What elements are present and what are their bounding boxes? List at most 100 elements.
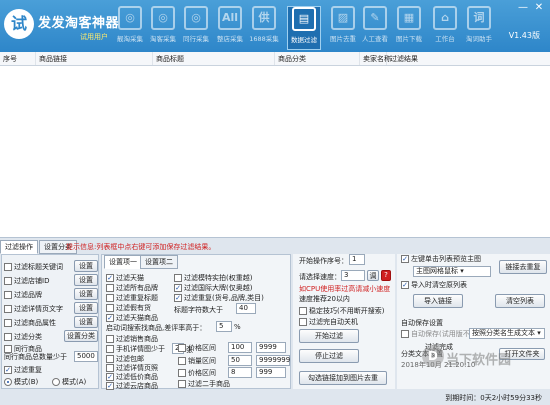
filter-category-checkbox[interactable]: 过滤分类 xyxy=(4,332,42,342)
price-range-checkbox[interactable]: 价格区间 xyxy=(178,343,216,353)
help-icon[interactable]: ? xyxy=(381,270,391,281)
set-shop-id-button[interactable]: 设置 xyxy=(74,274,98,286)
sold-min-input[interactable]: 8 xyxy=(228,367,252,378)
filter-second-hand-checkbox[interactable]: 过滤二手商品 xyxy=(178,379,230,389)
mode-b-radio[interactable]: 模式(B) xyxy=(4,377,38,387)
manual-view-icon: ✎ xyxy=(363,6,387,30)
nav-manual-view[interactable]: ✎ 人工查看 xyxy=(358,6,392,50)
filter-title-keyword-checkbox[interactable]: 过滤标题关键词 xyxy=(4,262,63,272)
preview-main-image-checkbox[interactable]: ✓ 左键单击列表预览主图 xyxy=(401,254,481,264)
nav-label: 工作台 xyxy=(435,35,455,43)
speed-input[interactable]: 3 xyxy=(341,270,365,281)
speed-label: 请选择速度： xyxy=(299,273,341,281)
filter-dup-title-checkbox[interactable]: 过滤重复标题 xyxy=(106,293,158,303)
filter-goods-attr-checkbox[interactable]: 过滤商品属性 xyxy=(4,318,56,328)
filter-tmall-checkbox[interactable]: ✓ 过滤天猫 xyxy=(106,273,144,283)
clear-on-import-checkbox[interactable]: ✓ 导入时清空原列表 xyxy=(401,280,467,290)
column-header-index[interactable]: 序号 xyxy=(0,52,36,65)
sales-min-input[interactable]: 50 xyxy=(228,355,252,366)
bad-rate-input[interactable]: 5 xyxy=(216,321,232,332)
filter-intl-brand-checkbox[interactable]: ✓ 过滤国际大牌(仅奥越) xyxy=(174,283,252,293)
price-max-input[interactable]: 9999 xyxy=(256,342,286,353)
title-length-input[interactable]: 40 xyxy=(236,303,256,314)
nav-peer-collect[interactable]: ◎ 同行采集 xyxy=(179,6,213,50)
link-dedup-button[interactable]: 链接去重复 xyxy=(499,260,547,274)
nav-workbench[interactable]: ⌂ 工作台 xyxy=(428,6,462,50)
start-index-input[interactable]: 1 xyxy=(349,254,365,265)
add-to-dedup-button[interactable]: 勾选链接加到图片去重 xyxy=(299,371,387,385)
title-length-label: 标题字符数大于 xyxy=(174,306,223,314)
column-header-seller[interactable]: 卖家名称 xyxy=(360,52,391,65)
title-bar: 试 发发淘客神器 试用用户 ◎ 靓淘采集 ◎ 淘客采集 ◎ 同行采集 All 整店采集 供 168… xyxy=(0,0,550,52)
mode-a-radio[interactable]: 模式(A) xyxy=(52,377,86,387)
column-header-category[interactable]: 商品分类 xyxy=(275,52,360,65)
set-brand-button[interactable]: 设置 xyxy=(74,288,98,300)
tab-settings-two[interactable]: 设置项二 xyxy=(140,255,178,269)
tab-filter-ops[interactable]: 过滤操作 xyxy=(0,240,38,254)
nav-label: 数据过滤 xyxy=(291,36,317,44)
filter-all-brands-checkbox[interactable]: 过滤所有品牌 xyxy=(106,283,158,293)
image-dedup-icon: ▨ xyxy=(331,6,355,30)
filter-shop-id-checkbox[interactable]: 过滤店铺ID xyxy=(4,276,49,286)
import-links-button[interactable]: 导入链接 xyxy=(413,294,463,308)
column-header-result[interactable]: 过滤结果 xyxy=(387,52,550,65)
stable-mode-checkbox[interactable]: 稳定技巧(不用断开搜索) xyxy=(299,306,384,316)
nav-shop-collect[interactable]: All 整店采集 xyxy=(213,6,247,50)
save-format-select[interactable]: 按照分类名生成文本 ▾ xyxy=(469,328,545,339)
nav-1688-collect[interactable]: 供 1688采集 xyxy=(247,6,281,50)
stop-filter-button[interactable]: 停止过滤 xyxy=(299,349,359,363)
column-header-link[interactable]: 商品链接 xyxy=(36,52,153,65)
table-header: 序号 商品链接 商品标题 商品分类 卖家名称 过滤结果 xyxy=(0,52,550,66)
import-export-panel: ✓ 左键单击列表预览主图 主图网格鼠标 ▾ 链接去重复 ✓ 导入时清空原列表 导入链… xyxy=(397,254,550,389)
dedup-checkbox[interactable]: ✓ 过滤重复 xyxy=(4,365,42,375)
clear-list-button[interactable]: 清空列表 xyxy=(495,294,545,308)
preview-mode-select[interactable]: 主图网格鼠标 ▾ xyxy=(413,266,491,277)
same-goods-count-input[interactable]: 5000 xyxy=(74,351,98,362)
start-filter-button[interactable]: 开始过滤 xyxy=(299,329,359,343)
minimize-icon[interactable]: — xyxy=(516,2,530,14)
filter-brand-checkbox[interactable]: 过滤品牌 xyxy=(4,290,42,300)
filter-detail-text-checkbox[interactable]: 过滤详情页文字 xyxy=(4,304,63,314)
nav-word-helper[interactable]: 词淘词助手 xyxy=(462,6,496,50)
nav-label: 同行采集 xyxy=(183,35,209,43)
nav-ruit-collect[interactable]: ◎ 靓淘采集 xyxy=(113,6,147,50)
data-filter-icon: ▤ xyxy=(292,7,316,31)
column-header-title[interactable]: 商品标题 xyxy=(153,52,275,65)
set-detail-text-button[interactable]: 设置 xyxy=(74,302,98,314)
sold-range-checkbox[interactable]: 价格区间 xyxy=(178,368,216,378)
auto-shutdown-checkbox[interactable]: 过滤完自动关机 xyxy=(299,317,358,327)
price-min-input[interactable]: 100 xyxy=(228,342,252,353)
sales-range-checkbox[interactable]: 销量区间 xyxy=(178,356,216,366)
workbench-icon: ⌂ xyxy=(433,6,457,30)
close-icon[interactable]: ✕ xyxy=(532,2,546,14)
ruit-collect-icon: ◎ xyxy=(118,6,142,30)
results-table[interactable]: 序号 商品链接 商品标题 商品分类 卖家名称 过滤结果 xyxy=(0,52,550,238)
nav-data-filter[interactable]: ▤ 数据过滤 xyxy=(287,6,321,50)
set-goods-attr-button[interactable]: 设置 xyxy=(74,316,98,328)
set-category-button[interactable]: 设置分类 xyxy=(64,330,98,342)
filter-tmall-goods-checkbox[interactable]: ✓ 过滤天猫商品 xyxy=(106,313,158,323)
app-logo: 试 xyxy=(4,9,34,39)
start-index-label: 开始操作序号： xyxy=(299,257,348,265)
filter-cloud-store-checkbox[interactable]: ✓ 过滤云店商品 xyxy=(106,381,158,391)
speed-adjust-button[interactable]: 调 xyxy=(367,270,379,281)
sold-max-input[interactable]: 999 xyxy=(256,367,286,378)
taoke-collect-icon: ◎ xyxy=(151,6,175,30)
nav-label: 淘客采集 xyxy=(150,35,176,43)
filter-sales-goods-checkbox[interactable]: 过滤销售商品 xyxy=(106,334,158,344)
left-filter-panel: 过滤标题关键词 设置 过滤店铺ID 设置 过滤品牌 设置 过滤详情页文字 设置 过滤商品属性 设置… xyxy=(1,254,99,389)
image-download-icon: ▦ xyxy=(397,6,421,30)
filter-dup-sku-checkbox[interactable]: ✓ 过滤重复(货号,品牌,类目) xyxy=(174,293,264,303)
detail-images-checkbox[interactable]: 手机详情图少于 xyxy=(106,344,165,354)
nav-label: 淘词助手 xyxy=(466,35,492,43)
filter-model-photo-checkbox[interactable]: 过滤模特实拍(权重越) xyxy=(174,273,252,283)
sales-max-input[interactable]: 9999999 xyxy=(256,355,290,366)
status-bar: 到期时间：0天2小时59分33秒 xyxy=(0,391,550,405)
nav-label: 靓淘采集 xyxy=(117,35,143,43)
filter-fake-stock-checkbox[interactable]: 过滤假有货 xyxy=(106,303,151,313)
set-title-keyword-button[interactable]: 设置 xyxy=(74,260,98,272)
nav-image-dedup[interactable]: ▨ 图片去重 xyxy=(326,6,360,50)
tab-settings-one[interactable]: 设置项一 xyxy=(104,255,142,269)
nav-taoke-collect[interactable]: ◎ 淘客采集 xyxy=(146,6,180,50)
nav-image-download[interactable]: ▦ 图片下载 xyxy=(392,6,426,50)
